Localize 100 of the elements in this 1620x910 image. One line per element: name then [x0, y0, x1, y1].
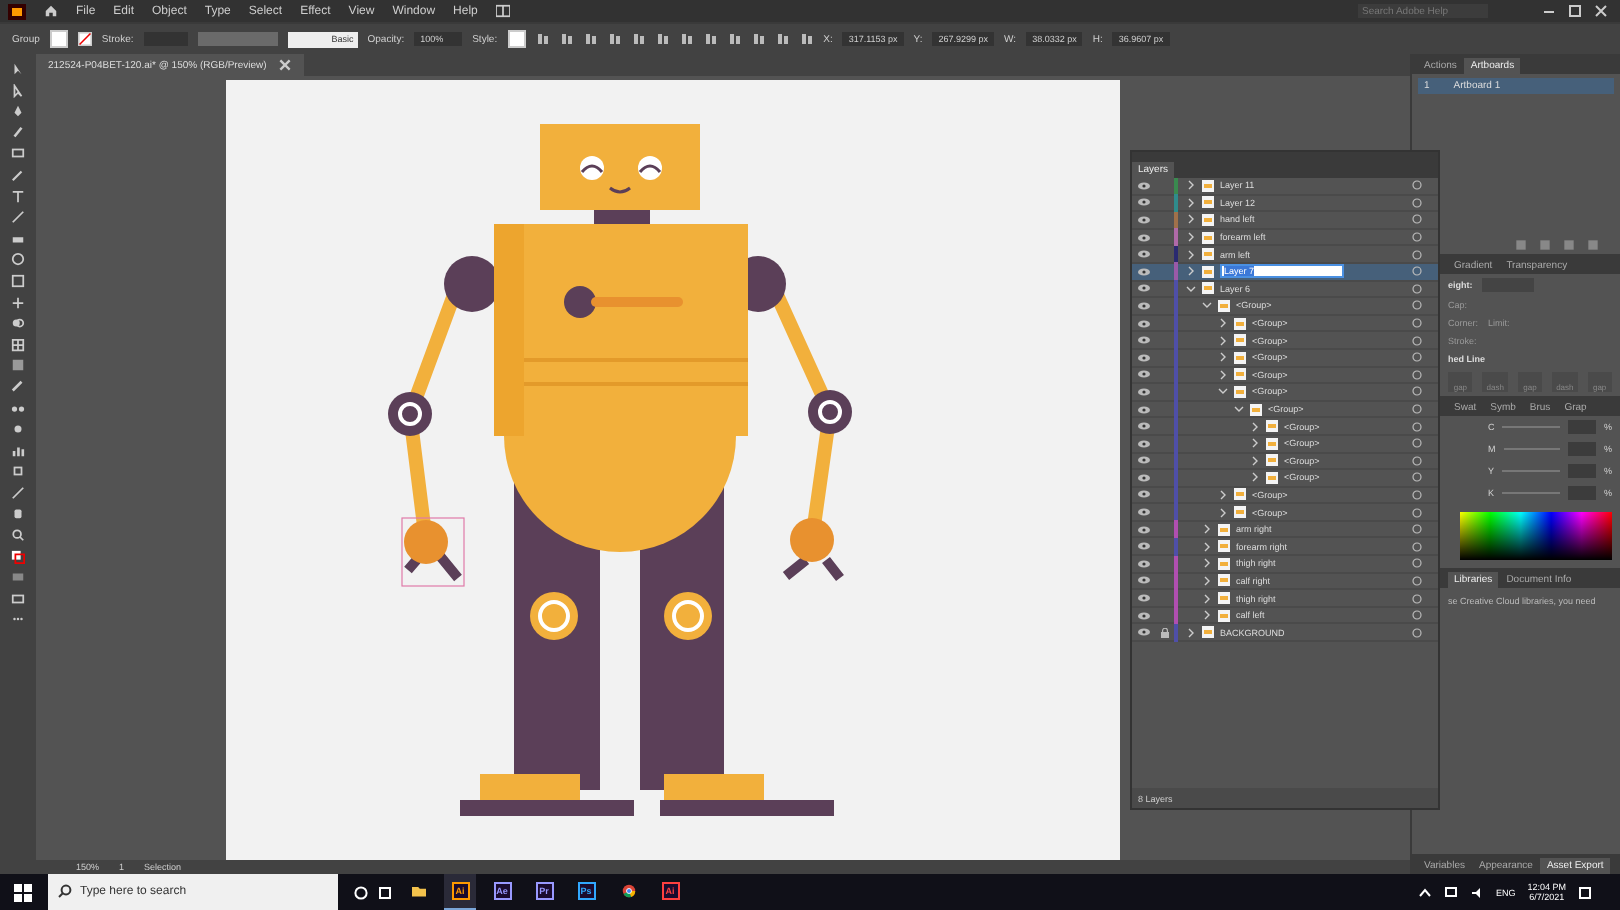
style-swatch[interactable] — [507, 30, 526, 48]
speaker-icon[interactable] — [1469, 885, 1484, 899]
target-circle-icon[interactable] — [1412, 421, 1422, 432]
eye-icon[interactable] — [1138, 525, 1150, 534]
chevron-up-icon[interactable] — [1417, 885, 1432, 899]
caret-right-icon[interactable] — [1250, 438, 1260, 449]
caret-down-icon[interactable] — [1234, 404, 1244, 415]
eye-icon[interactable] — [1138, 370, 1150, 379]
eye-icon[interactable] — [1138, 594, 1150, 603]
workspace-icon[interactable] — [495, 4, 510, 18]
caret-right-icon[interactable] — [1186, 214, 1196, 225]
caret-right-icon[interactable] — [1250, 421, 1260, 432]
stroke-swatch-icon[interactable] — [77, 32, 92, 46]
artboard-icon[interactable] — [10, 464, 26, 479]
caret-right-icon[interactable] — [1218, 352, 1228, 363]
task-view-icon[interactable] — [378, 885, 392, 899]
caret-right-icon[interactable] — [1186, 180, 1196, 191]
target-circle-icon[interactable] — [1412, 489, 1422, 500]
eye-icon[interactable] — [1138, 336, 1150, 345]
caret-down-icon[interactable] — [1186, 283, 1196, 294]
close-icon[interactable] — [278, 58, 293, 72]
lock-icon[interactable] — [1160, 627, 1170, 638]
eye-icon[interactable] — [1138, 215, 1150, 224]
caret-right-icon[interactable] — [1218, 369, 1228, 380]
caret-down-icon[interactable] — [1202, 300, 1212, 311]
target-circle-icon[interactable] — [1412, 197, 1422, 208]
caret-right-icon[interactable] — [1218, 507, 1228, 518]
target-circle-icon[interactable] — [1412, 524, 1422, 535]
fill-swatch[interactable] — [49, 30, 68, 48]
target-circle-icon[interactable] — [1412, 438, 1422, 449]
target-circle-icon[interactable] — [1412, 352, 1422, 363]
caret-right-icon[interactable] — [1186, 627, 1196, 638]
caret-right-icon[interactable] — [1186, 232, 1196, 243]
target-circle-icon[interactable] — [1412, 575, 1422, 586]
caret-right-icon[interactable] — [1202, 593, 1212, 604]
home-icon[interactable] — [44, 4, 58, 18]
target-circle-icon[interactable] — [1412, 214, 1422, 225]
eye-icon[interactable] — [1138, 405, 1150, 414]
rectangle-icon[interactable] — [10, 146, 26, 161]
target-circle-icon[interactable] — [1412, 318, 1422, 329]
close-icon[interactable] — [1594, 4, 1608, 18]
caret-right-icon[interactable] — [1202, 610, 1212, 621]
caret-right-icon[interactable] — [1250, 455, 1260, 466]
text-icon[interactable] — [10, 189, 26, 204]
target-circle-icon[interactable] — [1412, 283, 1422, 294]
eye-icon[interactable] — [1138, 559, 1150, 568]
eye-icon[interactable] — [1138, 422, 1150, 431]
eye-icon[interactable] — [1138, 576, 1150, 585]
circle-icon[interactable] — [354, 885, 368, 899]
caret-right-icon[interactable] — [1202, 524, 1212, 535]
shape-builder-icon[interactable] — [10, 316, 26, 331]
eye-icon[interactable] — [1138, 267, 1150, 276]
target-circle-icon[interactable] — [1412, 541, 1422, 552]
eye-icon[interactable] — [1138, 387, 1150, 396]
target-circle-icon[interactable] — [1412, 455, 1422, 466]
eye-icon[interactable] — [1138, 301, 1150, 310]
maximize-icon[interactable] — [1568, 4, 1582, 18]
target-circle-icon[interactable] — [1412, 369, 1422, 380]
eye-icon[interactable] — [1138, 181, 1150, 190]
caret-right-icon[interactable] — [1218, 335, 1228, 346]
network-icon[interactable] — [1443, 885, 1458, 899]
eye-icon[interactable] — [1138, 473, 1150, 482]
line-icon[interactable] — [10, 210, 26, 225]
caret-right-icon[interactable] — [1202, 541, 1212, 552]
graph-icon[interactable] — [10, 443, 26, 458]
caret-right-icon[interactable] — [1186, 197, 1196, 208]
windows-logo-icon[interactable] — [14, 883, 32, 901]
eye-icon[interactable] — [1138, 628, 1150, 637]
pen-icon[interactable] — [10, 104, 26, 119]
caret-right-icon[interactable] — [1218, 489, 1228, 500]
caret-right-icon[interactable] — [1186, 266, 1196, 277]
target-circle-icon[interactable] — [1412, 627, 1422, 638]
target-circle-icon[interactable] — [1412, 266, 1422, 277]
target-circle-icon[interactable] — [1412, 232, 1422, 243]
fill-stroke-icon[interactable] — [10, 549, 26, 564]
pencil-icon[interactable] — [10, 167, 26, 182]
eye-icon[interactable] — [1138, 456, 1150, 465]
caret-right-icon[interactable] — [1202, 558, 1212, 569]
notification-icon[interactable] — [1578, 885, 1592, 899]
caret-right-icon[interactable] — [1250, 472, 1260, 483]
eye-icon[interactable] — [1138, 490, 1150, 499]
eye-icon[interactable] — [1138, 319, 1150, 328]
target-circle-icon[interactable] — [1412, 335, 1422, 346]
eye-icon[interactable] — [1138, 439, 1150, 448]
app-logo-icon[interactable] — [8, 3, 26, 19]
caret-right-icon[interactable] — [1186, 249, 1196, 260]
brush-icon[interactable] — [10, 125, 26, 140]
color-spectrum[interactable] — [1460, 512, 1612, 560]
target-circle-icon[interactable] — [1412, 180, 1422, 191]
eye-icon[interactable] — [1138, 611, 1150, 620]
mesh-icon[interactable] — [10, 337, 26, 352]
eye-icon[interactable] — [1138, 542, 1150, 551]
eye-icon[interactable] — [1138, 353, 1150, 362]
target-circle-icon[interactable] — [1412, 300, 1422, 311]
target-circle-icon[interactable] — [1412, 593, 1422, 604]
target-circle-icon[interactable] — [1412, 507, 1422, 518]
target-circle-icon[interactable] — [1412, 610, 1422, 621]
eye-icon[interactable] — [1138, 508, 1150, 517]
target-circle-icon[interactable] — [1412, 249, 1422, 260]
eye-icon[interactable] — [1138, 198, 1150, 207]
